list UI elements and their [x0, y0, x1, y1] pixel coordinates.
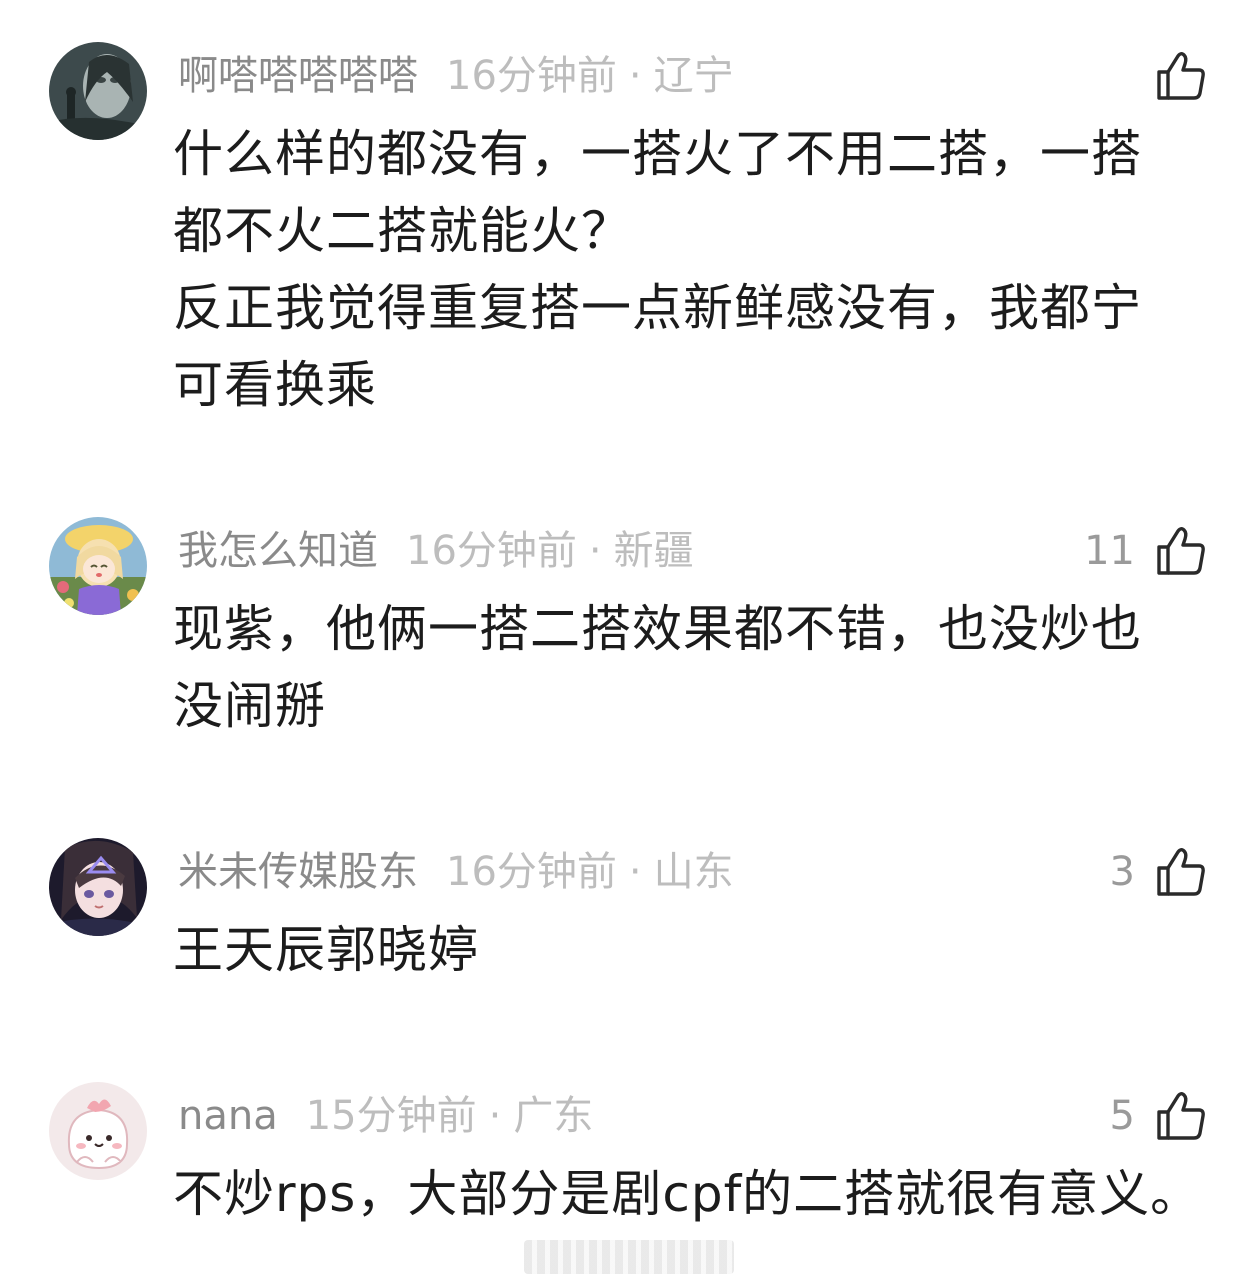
comment-text: 什么样的都没有，一搭火了不用二搭，一搭 都不火二搭就能火？ 反正我觉得重复搭一点… — [173, 125, 1142, 414]
separator: · — [628, 53, 642, 99]
comment-text: 王天辰郭晓婷 — [173, 921, 479, 979]
location: 广东 — [513, 1093, 594, 1139]
thumbs-up-icon — [1157, 527, 1205, 575]
location: 山东 — [653, 849, 734, 895]
location: 辽宁 — [653, 53, 734, 99]
comment-meta: nana 15分钟前 · 广东 — [178, 1086, 593, 1146]
username[interactable]: nana — [178, 1093, 278, 1139]
timestamp: 16分钟前 — [446, 53, 617, 99]
comment-text: 现紫，他俩一搭二搭效果都不错，也没炒也 没闹掰 — [173, 600, 1142, 735]
timestamp: 15分钟前 — [305, 1093, 477, 1139]
like-button[interactable]: 11 — [1084, 521, 1207, 581]
separator: · — [488, 1093, 502, 1139]
avatar[interactable] — [49, 42, 147, 140]
watermark — [524, 1240, 734, 1274]
separator: · — [628, 849, 642, 895]
like-count: 11 — [1084, 528, 1135, 574]
comment-meta: 米未传媒股东 16分钟前 · 山东 — [178, 842, 734, 902]
comment-meta: 我怎么知道 16分钟前 · 新疆 — [178, 521, 694, 581]
like-count: 5 — [1109, 1093, 1135, 1139]
avatar[interactable] — [49, 1082, 147, 1180]
like-count: 3 — [1109, 849, 1135, 895]
like-button[interactable] — [1135, 46, 1207, 106]
timestamp: 16分钟前 — [446, 849, 617, 895]
separator: · — [588, 528, 602, 574]
like-button[interactable]: 5 — [1110, 1086, 1207, 1146]
thumbs-up-icon — [1157, 52, 1205, 100]
thumbs-up-icon — [1157, 1092, 1205, 1140]
username[interactable]: 米未传媒股东 — [178, 849, 418, 895]
timestamp: 16分钟前 — [406, 528, 577, 574]
thumbs-up-icon — [1157, 848, 1205, 896]
username[interactable]: 我怎么知道 — [178, 528, 378, 574]
like-button[interactable]: 3 — [1110, 842, 1207, 902]
comment-meta: 啊嗒嗒嗒嗒嗒 16分钟前 · 辽宁 — [178, 46, 734, 106]
avatar[interactable] — [49, 838, 147, 936]
location: 新疆 — [613, 528, 694, 574]
avatar[interactable] — [49, 517, 147, 615]
comment-text: 不炒rps，大部分是剧cpf的二搭就很有意义。 — [173, 1165, 1202, 1223]
username[interactable]: 啊嗒嗒嗒嗒嗒 — [178, 53, 418, 99]
